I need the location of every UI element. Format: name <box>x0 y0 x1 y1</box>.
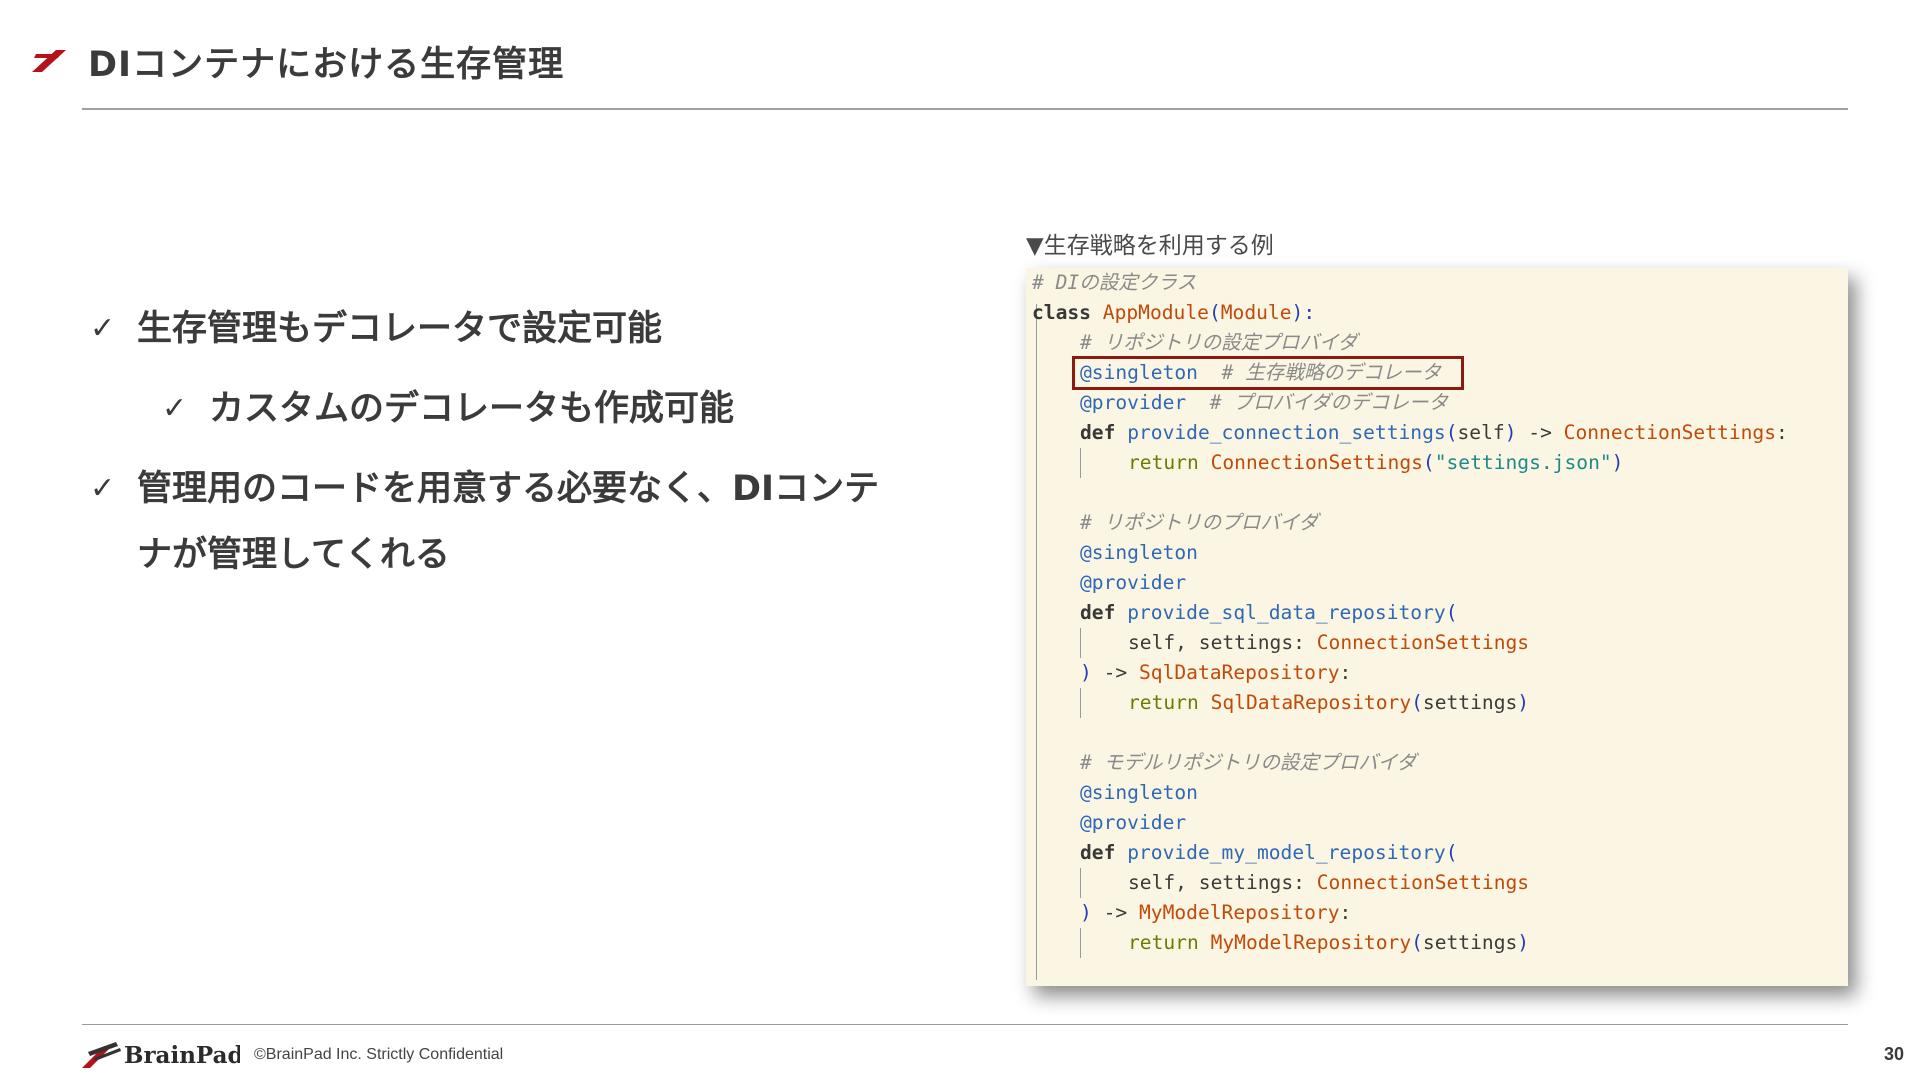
checkmark-icon: ✓ <box>90 311 116 346</box>
brainpad-logo: BrainPad <box>82 1042 240 1069</box>
bullet-text-line: 管理用のコードを用意する必要なく、DIコンテ <box>137 469 880 509</box>
code-line: def provide_sql_data_repository( <box>1080 601 1458 624</box>
code-line: # DIの設定クラス <box>1032 271 1197 294</box>
brainpad-logo-mark-icon <box>32 50 66 72</box>
highlight-box <box>1072 356 1464 390</box>
sub-bullet-item: ✓ カスタムのデコレータも作成可能 <box>162 376 970 442</box>
footer-divider <box>82 1024 1848 1025</box>
bullet-item: ✓ 生存管理もデコレータで設定可能 <box>90 296 970 362</box>
code-line: @singleton <box>1080 541 1198 564</box>
page-number: 30 <box>1883 1044 1904 1064</box>
brand-wordmark: BrainPad <box>124 1042 240 1069</box>
code-line: # リポジトリのプロバイダ <box>1080 511 1319 534</box>
checkmark-icon: ✓ <box>162 391 188 426</box>
code-line: # リポジトリの設定プロバイダ <box>1080 331 1358 354</box>
code-line: ) -> MyModelRepository: <box>1080 901 1352 924</box>
code-line: class AppModule(Module): <box>1032 301 1316 324</box>
code-line: ) -> SqlDataRepository: <box>1080 661 1352 684</box>
indent-guide <box>1080 628 1081 658</box>
code-line: return MyModelRepository(settings) <box>1128 931 1530 954</box>
code-line: self, settings: ConnectionSettings <box>1128 631 1530 654</box>
title-divider <box>82 108 1848 110</box>
slide-title: DIコンテナにおける生存管理 <box>88 45 565 85</box>
code-line: def provide_connection_settings(self) ->… <box>1080 421 1788 444</box>
code-line: return SqlDataRepository(settings) <box>1128 691 1530 714</box>
bullet-text: 生存管理もデコレータで設定可能 <box>137 309 663 349</box>
code-line: @provider <box>1080 571 1187 594</box>
code-line: @provider # プロバイダのデコレータ <box>1080 391 1449 414</box>
code-caption: ▼生存戦略を利用する例 <box>1026 233 1274 259</box>
bullet-list: ✓ 生存管理もデコレータで設定可能 ✓ カスタムのデコレータも作成可能 ✓ 管理… <box>90 296 970 588</box>
indent-guide <box>1080 448 1081 478</box>
bullet-text-line: ナが管理してくれる <box>137 535 450 575</box>
bullet-text: カスタムのデコレータも作成可能 <box>209 389 735 429</box>
code-line: def provide_my_model_repository( <box>1080 841 1458 864</box>
code-line: # モデルリポジトリの設定プロバイダ <box>1080 751 1417 774</box>
indent-guide <box>1080 928 1081 958</box>
code-example-panel: # DIの設定クラス class AppModule(Module): # リポ… <box>1026 268 1848 986</box>
indent-guide <box>1080 688 1081 718</box>
footer-copyright: ©BrainPad Inc. Strictly Confidential <box>254 1046 504 1063</box>
checkmark-icon: ✓ <box>90 471 116 506</box>
indent-guide <box>1036 304 1037 980</box>
bullet-item: ✓ 管理用のコードを用意する必要なく、DIコンテ ナが管理してくれる <box>90 456 970 588</box>
code-line: @singleton <box>1080 781 1198 804</box>
indent-guide <box>1080 868 1081 898</box>
code-line: self, settings: ConnectionSettings <box>1128 871 1530 894</box>
code-line: return ConnectionSettings("settings.json… <box>1128 451 1624 474</box>
code-line: @provider <box>1080 811 1187 834</box>
